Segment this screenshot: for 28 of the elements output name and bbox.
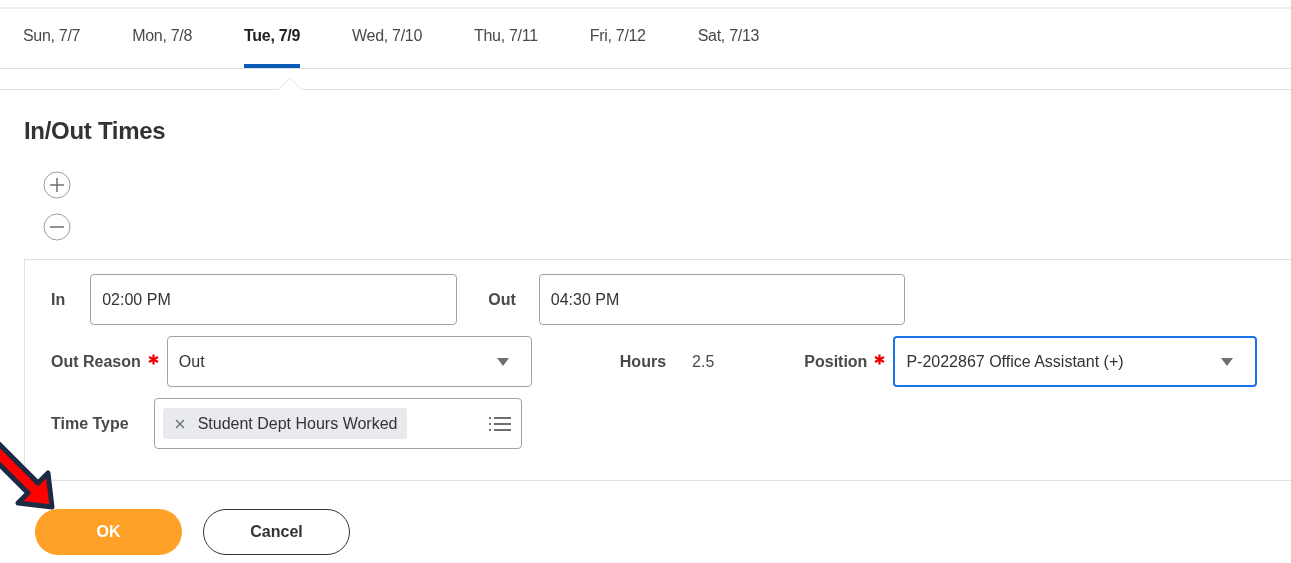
date-tab[interactable]: Fri, 7/12	[589, 9, 646, 68]
field-label: Out	[488, 290, 516, 309]
dropdown-field[interactable]: P-2022867 Office Assistant (+)	[893, 336, 1258, 387]
date-tab[interactable]: Sat, 7/13	[697, 9, 760, 68]
list-icon[interactable]	[488, 415, 511, 432]
field-label: Out Reason	[51, 352, 141, 371]
cancel-button[interactable]: Cancel	[203, 509, 350, 555]
field-label: In	[51, 290, 66, 309]
remove-icon[interactable]	[174, 418, 185, 429]
date-tab[interactable]: Wed, 7/10	[352, 9, 422, 68]
dropdown-caret-icon	[1220, 356, 1235, 367]
field-label: Time Type	[51, 414, 129, 433]
selected-chip: Student Dept Hours Worked	[162, 408, 408, 439]
text-field[interactable]: 04:30 PM	[538, 274, 905, 325]
section-title: In/Out Times	[23, 116, 167, 146]
dropdown-caret-icon	[495, 356, 510, 367]
date-tab[interactable]: Thu, 7/11	[474, 9, 538, 68]
date-tab[interactable]: Mon, 7/8	[132, 9, 193, 68]
hours-value: 2.5	[692, 352, 715, 371]
dropdown-field[interactable]: Out	[166, 336, 532, 387]
remove-icon[interactable]	[43, 213, 71, 241]
date-tab[interactable]: Tue, 7/9	[244, 9, 301, 68]
add-icon[interactable]	[43, 171, 71, 199]
field-label: Hours	[619, 352, 667, 371]
date-tab[interactable]: Sun, 7/7	[23, 9, 81, 68]
text-field[interactable]: 02:00 PM	[90, 274, 458, 325]
field-label: Position	[804, 352, 868, 371]
multiselect-field[interactable]: Student Dept Hours Worked	[153, 398, 522, 449]
